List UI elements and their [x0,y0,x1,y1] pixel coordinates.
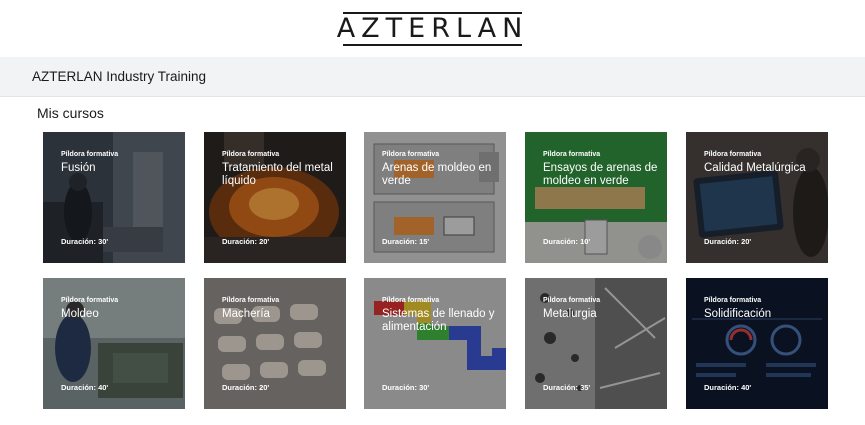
card-duration: Duración: 35' [543,383,591,392]
card-kicker: Píldora formativa [382,297,440,304]
logo-bar: AZTERLAN [0,0,865,57]
card-title: Solidificación [704,308,772,320]
card-duration: Duración: 20' [222,383,270,392]
card-kicker: Píldora formativa [704,151,762,158]
site-header: AZTERLAN Industry Training [0,57,865,97]
card-title: Ensayos de arenas de moldeo en verde [543,162,658,187]
card-duration: Duración: 30' [382,383,430,392]
logo-bottom-line [342,43,523,46]
card-duration: Duración: 30' [61,237,109,246]
card-duration: Duración: 20' [222,237,270,246]
course-card-sistemas[interactable]: Píldora formativa Sistemas de llenado y … [364,278,506,409]
card-kicker: Píldora formativa [543,297,601,304]
course-card-macheria[interactable]: Píldora formativa Machería Duración: 20' [204,278,346,409]
card-kicker: Píldora formativa [222,297,280,304]
course-card-moldeo[interactable]: Píldora formativa Moldeo Duración: 40' [43,278,185,409]
course-card-arenas[interactable]: Píldora formativa Arenas de moldeo en ve… [364,132,506,263]
course-card-metalurgia[interactable]: Píldora formativa Metalurgia Duración: 3… [525,278,667,409]
card-title: Sistemas de llenado y alimentación [382,308,495,333]
course-card-fusion[interactable]: Píldora formativa Fusión Duración: 30' [43,132,185,263]
card-kicker: Píldora formativa [382,151,440,158]
course-card-calidad[interactable]: Píldora formativa Calidad Metalúrgica Du… [686,132,828,263]
card-kicker: Píldora formativa [61,297,119,304]
card-duration: Duración: 40' [704,383,752,392]
site-title[interactable]: AZTERLAN Industry Training [32,69,206,84]
course-card-solidificacion[interactable]: Píldora formativa Solidificación Duració… [686,278,828,409]
azterlan-logo[interactable]: AZTERLAN [337,9,529,49]
card-title: Moldeo [61,308,99,320]
logo-top-line [342,11,523,14]
card-title: Tratamiento del metal líquido [222,162,333,187]
card-kicker: Píldora formativa [704,297,762,304]
card-title: Calidad Metalúrgica [704,162,806,174]
course-card-ensayos[interactable]: Píldora formativa Ensayos de arenas de m… [525,132,667,263]
section-title: Mis cursos [37,105,104,121]
logo-text: AZTERLAN [336,13,529,44]
card-title: Arenas de moldeo en verde [382,162,492,187]
course-grid: Píldora formativa Fusión Duración: 30' P… [43,132,828,409]
card-kicker: Píldora formativa [543,151,601,158]
card-title: Machería [222,308,270,320]
card-duration: Duración: 10' [543,237,591,246]
card-title: Fusión [61,162,96,174]
card-kicker: Píldora formativa [222,151,280,158]
course-card-tratamiento[interactable]: Píldora formativa Tratamiento del metal … [204,132,346,263]
card-kicker: Píldora formativa [61,151,119,158]
card-title: Metalurgia [543,308,597,320]
card-duration: Duración: 20' [704,237,752,246]
card-duration: Duración: 40' [61,383,109,392]
card-duration: Duración: 15' [382,237,430,246]
